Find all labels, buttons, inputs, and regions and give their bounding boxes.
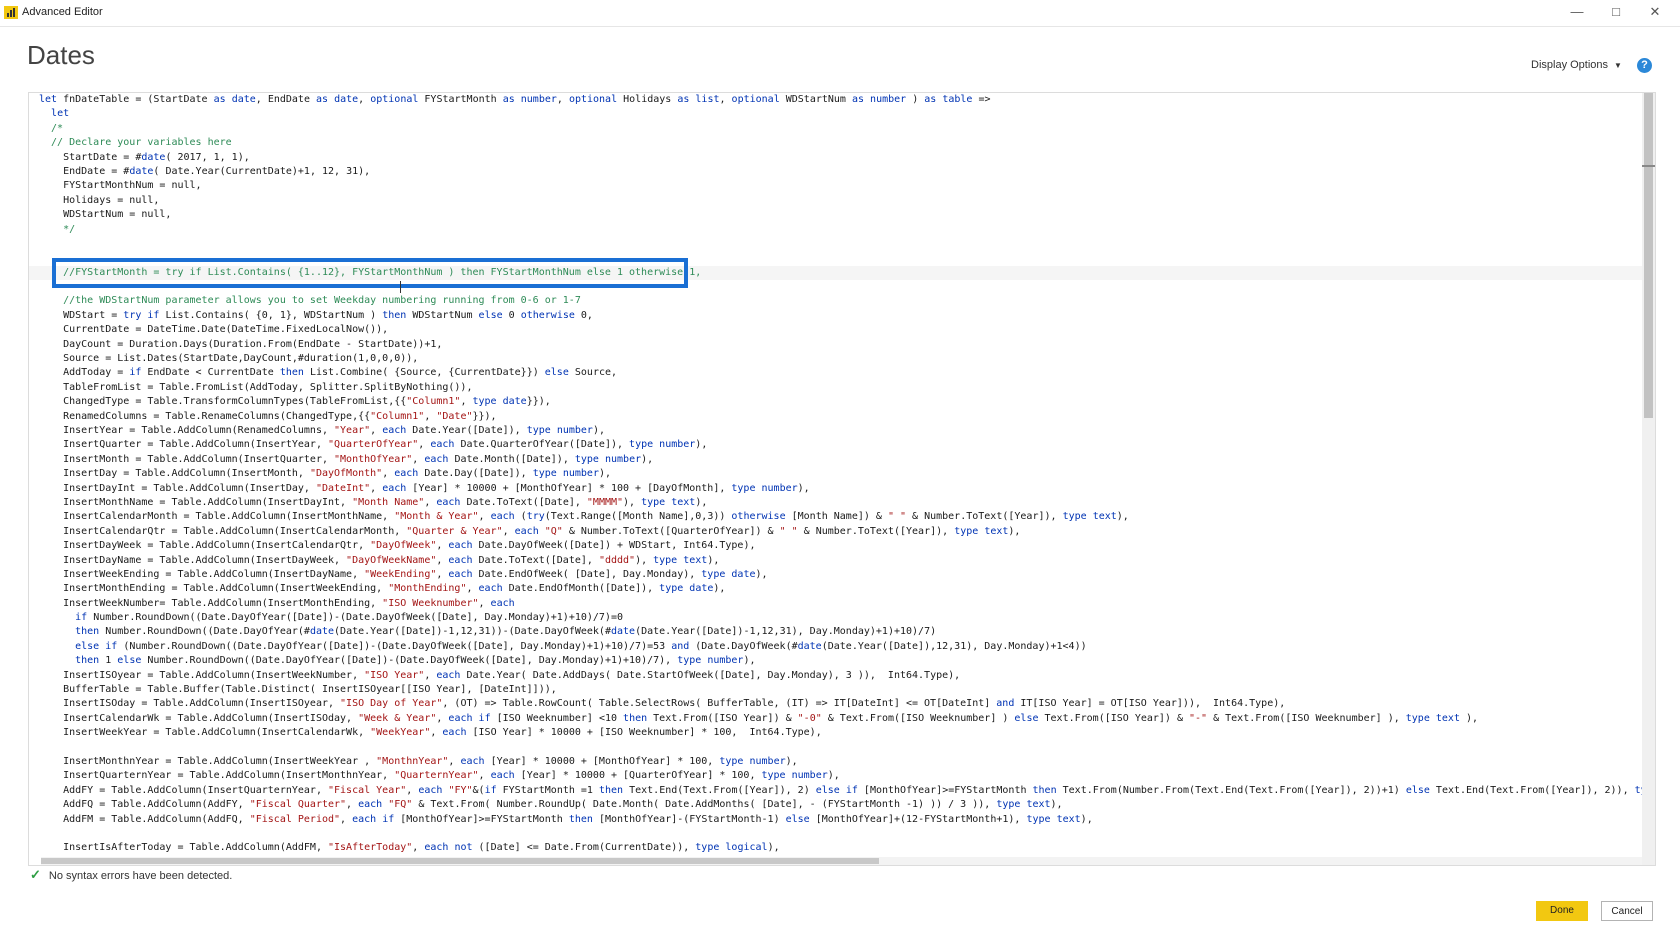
- vertical-scrollbar[interactable]: [1642, 93, 1655, 865]
- syntax-status: ✓ No syntax errors have been detected.: [30, 867, 232, 883]
- vertical-scroll-thumb[interactable]: [1644, 93, 1653, 418]
- display-options-label: Display Options: [1531, 59, 1609, 71]
- code-line[interactable]: InsertQuarternYear = Table.AddColumn(Ins…: [29, 769, 1655, 783]
- code-line[interactable]: InsertDayWeek = Table.AddColumn(InsertCa…: [29, 539, 1655, 553]
- maximize-button[interactable]: □: [1601, 2, 1631, 22]
- code-line[interactable]: DayCount = Duration.Days(Duration.From(E…: [29, 338, 1655, 352]
- code-line[interactable]: let fnDateTable = (StartDate as date, En…: [29, 93, 1655, 107]
- code-line[interactable]: Holidays = null,: [29, 194, 1655, 208]
- code-line[interactable]: FYStartMonthNum = null,: [29, 179, 1655, 193]
- code-line[interactable]: [29, 827, 1655, 841]
- code-line[interactable]: InsertMonth = Table.AddColumn(InsertQuar…: [29, 453, 1655, 467]
- code-line[interactable]: InsertMonthnYear = Table.AddColumn(Inser…: [29, 755, 1655, 769]
- code-line[interactable]: InsertCalendarMonth = Table.AddColumn(In…: [29, 510, 1655, 524]
- code-line[interactable]: if Number.RoundDown((Date.DayOfYear([Dat…: [29, 611, 1655, 625]
- code-line[interactable]: AddFM = Table.AddColumn(AddFQ, "Fiscal P…: [29, 813, 1655, 827]
- code-line[interactable]: // Declare your variables here: [29, 136, 1655, 150]
- code-line[interactable]: InsertDayName = Table.AddColumn(InsertDa…: [29, 554, 1655, 568]
- code-line[interactable]: WDStart = try if List.Contains( {0, 1}, …: [29, 309, 1655, 323]
- code-line[interactable]: [29, 741, 1655, 755]
- code-line[interactable]: InsertMonthName = Table.AddColumn(Insert…: [29, 496, 1655, 510]
- code-line[interactable]: InsertDayInt = Table.AddColumn(InsertDay…: [29, 482, 1655, 496]
- code-line[interactable]: InsertIsAfterToday = Table.AddColumn(Add…: [29, 841, 1655, 855]
- scroll-position-marker: [1642, 165, 1655, 167]
- code-line[interactable]: StartDate = #date( 2017, 1, 1),: [29, 151, 1655, 165]
- code-line[interactable]: InsertWeekEnding = Table.AddColumn(Inser…: [29, 568, 1655, 582]
- horizontal-scrollbar[interactable]: [41, 857, 1642, 865]
- help-icon[interactable]: ?: [1637, 58, 1652, 73]
- code-line[interactable]: InsertYear = Table.AddColumn(RenamedColu…: [29, 424, 1655, 438]
- code-line[interactable]: //FYStartMonth = try if List.Contains( {…: [29, 265, 1655, 281]
- code-editor[interactable]: let fnDateTable = (StartDate as date, En…: [28, 92, 1656, 866]
- display-options-dropdown[interactable]: Display Options ▼: [1531, 59, 1622, 71]
- code-line[interactable]: AddFQ = Table.AddColumn(AddFY, "Fiscal Q…: [29, 798, 1655, 812]
- code-line[interactable]: InsertMonthEnding = Table.AddColumn(Inse…: [29, 582, 1655, 596]
- code-line[interactable]: ChangedType = Table.TransformColumnTypes…: [29, 395, 1655, 409]
- code-line[interactable]: [29, 251, 1655, 265]
- code-line[interactable]: InsertDay = Table.AddColumn(InsertMonth,…: [29, 467, 1655, 481]
- window-title: Advanced Editor: [22, 6, 103, 18]
- code-line[interactable]: InsertISOday = Table.AddColumn(InsertISO…: [29, 697, 1655, 711]
- code-line[interactable]: InsertCalendarQtr = Table.AddColumn(Inse…: [29, 525, 1655, 539]
- code-line[interactable]: InsertWeekYear = Table.AddColumn(InsertC…: [29, 726, 1655, 740]
- code-line[interactable]: [29, 237, 1655, 251]
- code-line[interactable]: InsertQuarter = Table.AddColumn(InsertYe…: [29, 438, 1655, 452]
- power-bi-logo-icon: [4, 6, 18, 19]
- code-line[interactable]: then 1 else Number.RoundDown((Date.DayOf…: [29, 654, 1655, 668]
- checkmark-icon: ✓: [30, 867, 41, 882]
- code-line[interactable]: then Number.RoundDown((Date.DayOfYear(#d…: [29, 625, 1655, 639]
- code-line[interactable]: InsertCalendarWk = Table.AddColumn(Inser…: [29, 712, 1655, 726]
- query-name-title: Dates: [27, 40, 95, 70]
- code-content[interactable]: let fnDateTable = (StartDate as date, En…: [29, 93, 1655, 856]
- code-line[interactable]: else if (Number.RoundDown((Date.DayOfYea…: [29, 640, 1655, 654]
- code-line[interactable]: CurrentDate = DateTime.Date(DateTime.Fix…: [29, 323, 1655, 337]
- code-line[interactable]: AddToday = if EndDate < CurrentDate then…: [29, 366, 1655, 380]
- code-line[interactable]: /*: [29, 122, 1655, 136]
- code-line[interactable]: //the WDStartNum parameter allows you to…: [29, 294, 1655, 308]
- code-line[interactable]: RenamedColumns = Table.RenameColumns(Cha…: [29, 410, 1655, 424]
- code-line[interactable]: let: [29, 107, 1655, 121]
- code-line[interactable]: TableFromList = Table.FromList(AddToday,…: [29, 381, 1655, 395]
- syntax-status-message: No syntax errors have been detected.: [48, 870, 233, 882]
- code-line[interactable]: [29, 280, 1655, 294]
- cancel-button[interactable]: Cancel: [1601, 901, 1653, 921]
- done-button[interactable]: Done: [1536, 901, 1588, 921]
- code-line[interactable]: BufferTable = Table.Buffer(Table.Distinc…: [29, 683, 1655, 697]
- code-line[interactable]: */: [29, 223, 1655, 237]
- code-line[interactable]: AddFY = Table.AddColumn(InsertQuarternYe…: [29, 784, 1655, 798]
- minimize-button[interactable]: —: [1562, 2, 1592, 22]
- horizontal-scroll-thumb[interactable]: [41, 858, 879, 864]
- code-line[interactable]: InsertWeekNumber= Table.AddColumn(Insert…: [29, 597, 1655, 611]
- code-line[interactable]: WDStartNum = null,: [29, 208, 1655, 222]
- code-line[interactable]: InsertISOyear = Table.AddColumn(InsertWe…: [29, 669, 1655, 683]
- code-line[interactable]: Source = List.Dates(StartDate,DayCount,#…: [29, 352, 1655, 366]
- text-cursor: [400, 281, 401, 293]
- code-line[interactable]: EndDate = #date( Date.Year(CurrentDate)+…: [29, 165, 1655, 179]
- close-button[interactable]: ✕: [1640, 2, 1670, 22]
- chevron-down-icon: ▼: [1614, 61, 1622, 70]
- title-bar: Advanced Editor — □ ✕: [0, 0, 1680, 27]
